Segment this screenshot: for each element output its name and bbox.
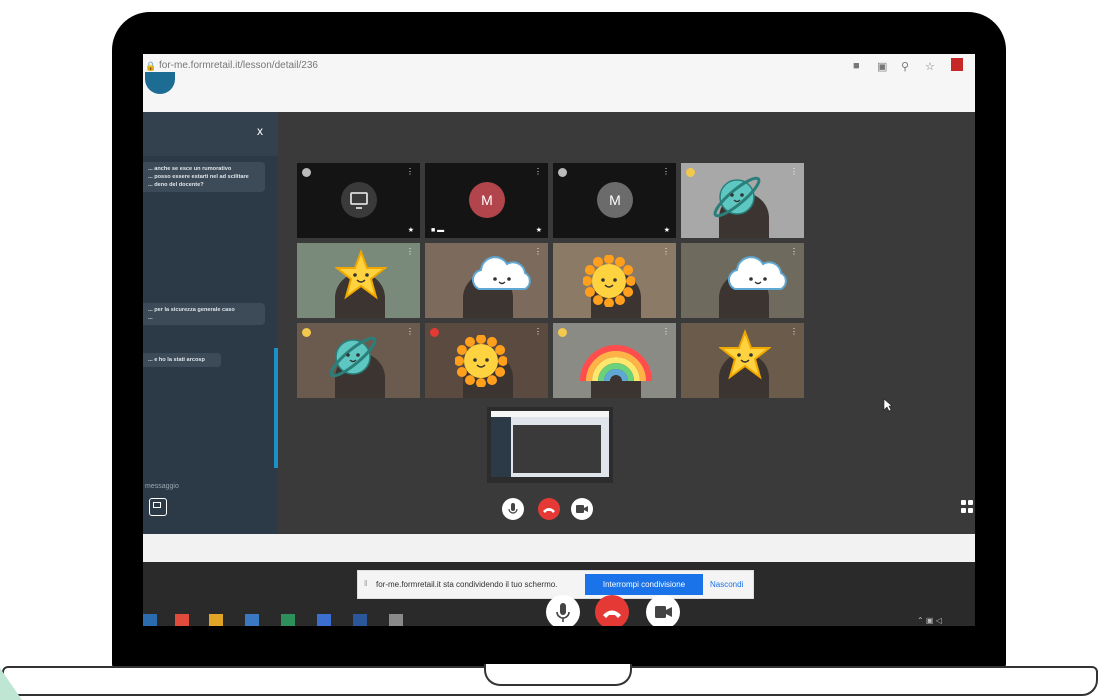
more-options-icon[interactable]: ⋮ [662, 327, 670, 336]
participant-tile[interactable]: ⋮ [425, 243, 548, 318]
more-options-icon[interactable]: ⋮ [534, 167, 542, 176]
status-indicator [686, 168, 695, 177]
lock-icon: 🔒 [145, 61, 157, 71]
camera-off-icon: ■ ▬ [431, 227, 445, 234]
taskbar-icon[interactable] [143, 614, 157, 626]
camera-button[interactable] [571, 498, 593, 520]
pin-icon[interactable]: ★ [408, 226, 414, 234]
page-footer [143, 534, 975, 562]
stop-sharing-button[interactable]: Interrompi condivisione [585, 574, 703, 595]
star-sticker [334, 249, 388, 306]
screen-share-icon [341, 182, 377, 218]
participant-tile[interactable]: M ★ ■ ▬ ⋮ [425, 163, 548, 238]
camera-icon [655, 606, 672, 618]
participant-avatar: M [469, 182, 505, 218]
status-indicator [558, 168, 567, 177]
more-options-icon[interactable]: ⋮ [790, 167, 798, 176]
pin-icon[interactable]: ★ [664, 226, 670, 234]
status-indicator [302, 168, 311, 177]
chat-header: x [143, 112, 278, 156]
overlay-camera-button[interactable] [646, 595, 680, 626]
pin-icon[interactable]: ★ [536, 226, 542, 234]
hangup-button[interactable] [538, 498, 560, 520]
site-logo [145, 72, 175, 94]
laptop-notch [484, 664, 632, 686]
status-indicator [302, 328, 311, 337]
sun-sticker [454, 334, 508, 392]
mouse-cursor-icon [883, 398, 893, 412]
more-options-icon[interactable]: ⋮ [406, 247, 414, 256]
hide-button[interactable]: Nascondi [710, 580, 743, 589]
chat-panel: x ... anche se esce un rumorativo ... po… [143, 112, 278, 558]
share-message: for-me.formretail.it sta condividendo il… [376, 580, 558, 589]
chat-toggle-button[interactable] [149, 498, 167, 516]
chat-close-button[interactable]: x [257, 124, 263, 138]
taskbar-icon[interactable] [281, 614, 295, 626]
more-options-icon[interactable]: ⋮ [406, 167, 414, 176]
star-sticker [718, 329, 772, 386]
self-view-tile[interactable] [487, 407, 613, 483]
participant-tile[interactable]: ⋮ [425, 323, 548, 398]
microphone-icon [508, 503, 518, 514]
sun-sticker [582, 254, 636, 312]
planet-sticker [707, 167, 767, 232]
zoom-icon[interactable]: ⚲ [901, 60, 909, 73]
microphone-icon [556, 603, 570, 622]
participant-tile[interactable]: ⋮ [297, 323, 420, 398]
overlay-hangup-button[interactable] [595, 595, 629, 626]
participant-tile[interactable]: M ★ ⋮ [553, 163, 676, 238]
more-options-icon[interactable]: ⋮ [406, 327, 414, 336]
cloud-sticker [465, 249, 537, 302]
more-options-icon[interactable]: ⋮ [662, 167, 670, 176]
camera-icon[interactable]: ■ [853, 60, 860, 72]
camera-icon [576, 505, 588, 513]
participant-grid: ★ ⋮ M ★ ■ ▬ ⋮ M ★ ⋮ ⋮ ⋮ ⋮ ⋮ ⋮ ⋮ ⋮ ⋮ ⋮ [297, 163, 805, 403]
participant-tile[interactable]: ⋮ [553, 243, 676, 318]
hangup-icon [603, 610, 621, 618]
participant-avatar: M [597, 182, 633, 218]
taskbar-icon[interactable] [317, 614, 331, 626]
bookmark-star-icon[interactable]: ☆ [925, 60, 935, 73]
chat-scrollbar[interactable] [274, 348, 278, 468]
drag-handle-icon[interactable]: ‖ [364, 579, 367, 588]
more-options-icon[interactable]: ⋮ [662, 247, 670, 256]
status-indicator [558, 328, 567, 337]
cloud-sticker [721, 249, 793, 302]
more-options-icon[interactable]: ⋮ [534, 327, 542, 336]
taskbar-icon[interactable] [389, 614, 403, 626]
participant-tile[interactable]: ⋮ [553, 323, 676, 398]
chat-message: ... per la sicurezza generale caso ... [143, 303, 265, 325]
mic-button[interactable] [502, 498, 524, 520]
hangup-icon [543, 508, 555, 513]
browser-toolbar: 🔒 for-me.formretail.it/lesson/detail/236… [143, 54, 975, 112]
pdf-extension-icon[interactable] [951, 58, 963, 71]
more-options-icon[interactable]: ⋮ [790, 247, 798, 256]
url-bar[interactable]: for-me.formretail.it/lesson/detail/236 [159, 60, 318, 71]
participant-tile[interactable]: ⋮ [681, 163, 804, 238]
participant-tile[interactable]: ★ ⋮ [297, 163, 420, 238]
shared-screen-thumbnail [491, 411, 609, 477]
taskbar-icon[interactable] [209, 614, 223, 626]
participant-tile[interactable]: ⋮ [681, 243, 804, 318]
translate-icon[interactable]: ▣ [877, 60, 887, 73]
chat-message: ... anche se esce un rumorativo ... poss… [143, 162, 265, 192]
taskbar-icon[interactable] [175, 614, 189, 626]
more-options-icon[interactable]: ⋮ [790, 327, 798, 336]
taskbar-icon[interactable] [353, 614, 367, 626]
more-options-icon[interactable]: ⋮ [534, 247, 542, 256]
system-tray-icon[interactable]: ⌃ ▣ ◁ [917, 616, 942, 625]
rainbow-sticker [579, 343, 653, 388]
grid-layout-icon[interactable] [961, 498, 973, 518]
participant-tile[interactable]: ⋮ [297, 243, 420, 318]
participant-tile[interactable]: ⋮ [681, 323, 804, 398]
chat-message-input[interactable]: messaggio [143, 476, 278, 498]
overlay-mic-button[interactable] [546, 595, 580, 626]
planet-sticker [323, 327, 383, 392]
taskbar-icon[interactable] [245, 614, 259, 626]
laptop-screen: 🔒 for-me.formretail.it/lesson/detail/236… [143, 54, 975, 626]
chat-message: ... e ho la stati arcosp [143, 353, 221, 367]
status-indicator [430, 328, 439, 337]
